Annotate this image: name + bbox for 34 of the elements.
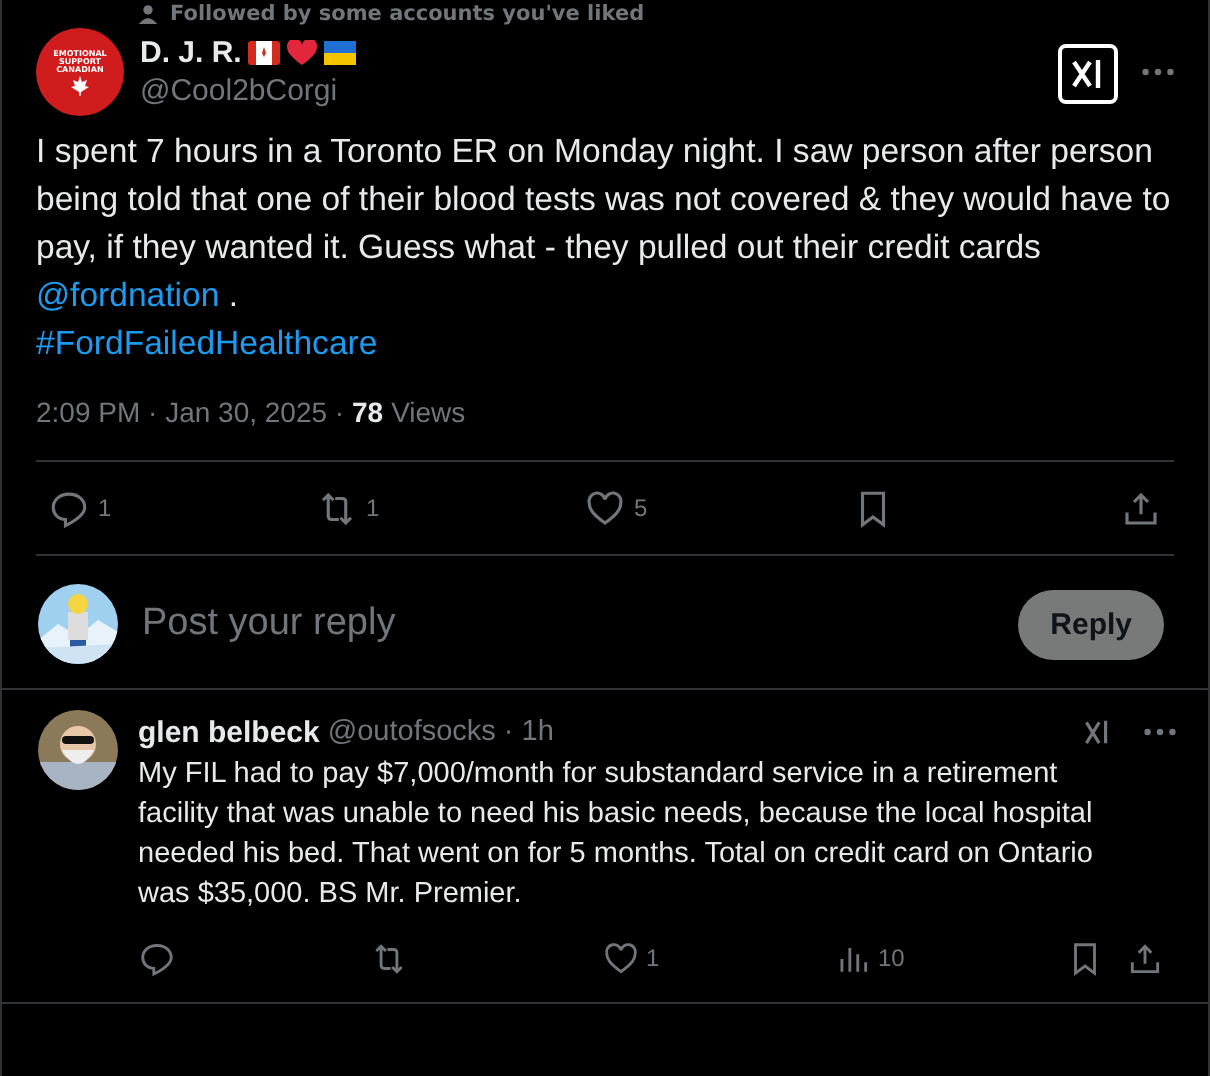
post-time: · 1h: [503, 716, 554, 748]
person-icon: [138, 4, 158, 24]
share-icon[interactable]: [1126, 939, 1164, 977]
user-handle[interactable]: @Cool2bCorgi: [140, 74, 356, 108]
comment-icon[interactable]: [48, 487, 90, 529]
action-count: 1: [646, 944, 660, 972]
heart-icon: [285, 40, 318, 66]
context-label: Followed by some accounts you've liked: [170, 0, 645, 28]
tweet-link[interactable]: #FordFailedHealthcare: [36, 324, 378, 362]
comment-icon[interactable]: [138, 939, 176, 977]
action-count: 10: [878, 944, 905, 972]
canada-flag-icon: [247, 40, 280, 66]
display-name[interactable]: D. J. R.: [140, 36, 242, 70]
display-name[interactable]: glen belbeck: [138, 715, 320, 749]
tweet-link[interactable]: @fordnation: [36, 276, 220, 314]
tweet-text: I spent 7 hours in a Toronto ER on Monday night. I saw person after person being told that one of their blood tests was not covered & they would have to pay, if they wanted it. Guess what - they pulled out their credit cards @fordnation . #FordFailedHealthcare: [36, 130, 1173, 366]
more-icon[interactable]: [1144, 728, 1176, 736]
action-count: 5: [634, 494, 648, 522]
share-icon[interactable]: [1120, 487, 1162, 529]
views-label: Views: [391, 396, 466, 428]
reply-text: My FIL had to pay $7,000/month for substandard service in a retirement facility that was unable to need his basic needs, because the local hospital needed his bed. That went on for 5 months. Total on credit card on Ontario was $35,000. BS Mr. Premier.: [138, 756, 1095, 914]
heart-outline-icon[interactable]: [584, 487, 626, 529]
action-count: 1: [366, 494, 380, 522]
ukraine-flag-icon: [323, 40, 356, 66]
repost-icon[interactable]: [316, 487, 358, 529]
user-handle[interactable]: @outofsocks: [327, 716, 496, 748]
timestamp[interactable]: 2:09 PM · Jan 30, 2025 ·: [36, 396, 352, 428]
more-icon[interactable]: [1142, 68, 1174, 76]
heart-outline-icon[interactable]: [602, 939, 640, 977]
action-count: 1: [98, 494, 112, 522]
reply-button[interactable]: Reply: [1018, 589, 1164, 659]
view-count: 78: [351, 396, 384, 428]
repost-icon[interactable]: [370, 939, 408, 977]
reply-input[interactable]: Post your reply: [138, 600, 1019, 648]
